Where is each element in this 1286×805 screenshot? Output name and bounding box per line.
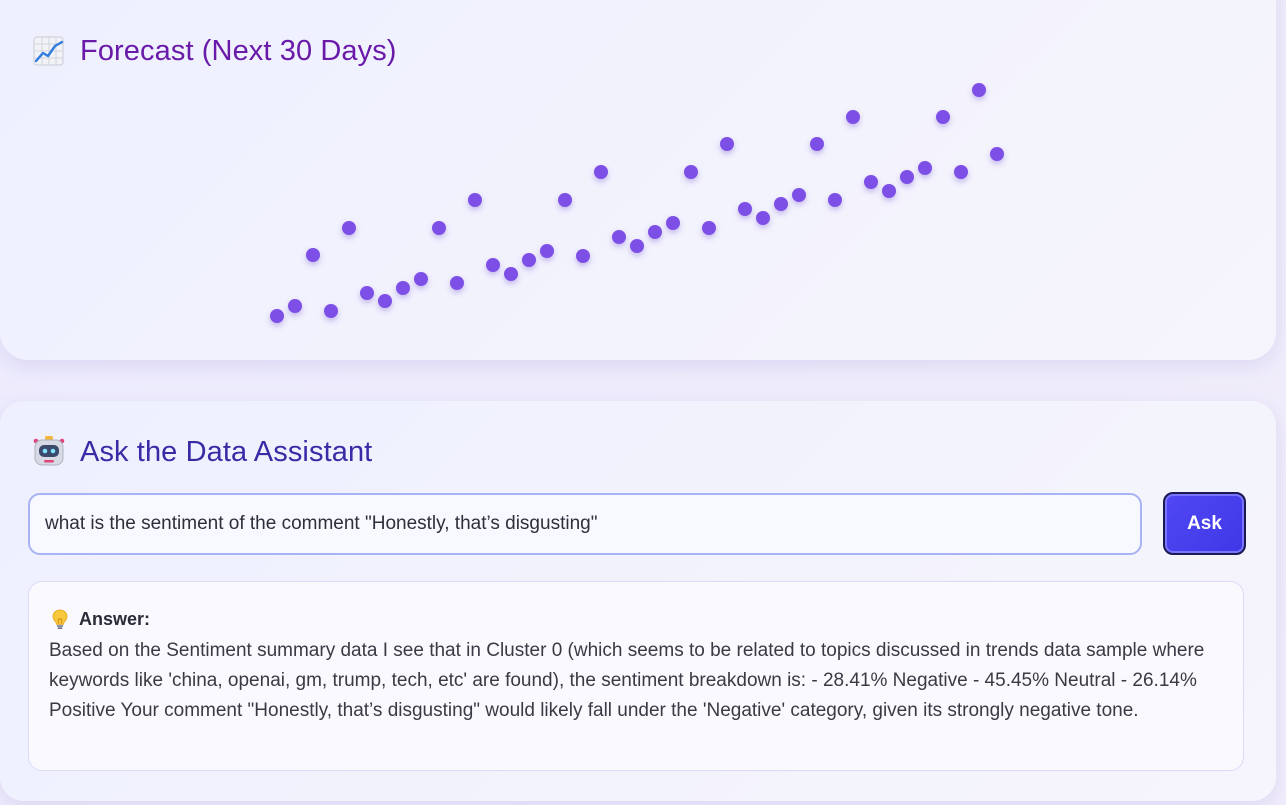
data-point <box>504 267 518 281</box>
data-point <box>774 197 788 211</box>
answer-box: Answer: Based on the Sentiment summary d… <box>28 581 1244 771</box>
data-point <box>360 286 374 300</box>
data-point <box>540 244 554 258</box>
question-input[interactable] <box>28 493 1142 555</box>
answer-label: Answer: <box>79 608 151 629</box>
data-point <box>972 83 986 97</box>
data-point <box>378 294 392 308</box>
data-point <box>720 137 734 151</box>
data-point <box>864 175 878 189</box>
data-point <box>684 165 698 179</box>
data-point <box>486 258 500 272</box>
data-point <box>918 161 932 175</box>
data-point <box>738 202 752 216</box>
data-point <box>792 188 806 202</box>
data-point <box>342 221 356 235</box>
answer-heading: Answer: <box>49 606 1223 632</box>
robot-icon <box>32 435 66 469</box>
data-point <box>396 281 410 295</box>
data-point <box>810 137 824 151</box>
data-point <box>648 225 662 239</box>
data-point <box>630 239 644 253</box>
data-point <box>306 248 320 262</box>
data-point <box>432 221 446 235</box>
forecast-scatter-chart <box>270 83 1004 323</box>
data-point <box>522 253 536 267</box>
forecast-card: Forecast (Next 30 Days) <box>0 0 1276 360</box>
data-point <box>828 193 842 207</box>
data-point <box>612 230 626 244</box>
data-point <box>270 309 284 323</box>
data-point <box>936 110 950 124</box>
assistant-title: Ask the Data Assistant <box>32 435 372 469</box>
data-point <box>846 110 860 124</box>
data-point <box>558 193 572 207</box>
data-point <box>324 304 338 318</box>
data-point <box>666 216 680 230</box>
data-point <box>882 184 896 198</box>
chart-points-group <box>270 83 1004 323</box>
data-point <box>702 221 716 235</box>
assistant-card: Ask the Data Assistant Ask Answer: Based… <box>0 401 1276 801</box>
data-point <box>468 193 482 207</box>
data-point <box>414 272 428 286</box>
assistant-title-text: Ask the Data Assistant <box>80 435 373 468</box>
answer-text: Based on the Sentiment summary data I se… <box>49 640 1205 721</box>
data-point <box>576 249 590 263</box>
data-point <box>594 165 608 179</box>
data-point <box>900 170 914 184</box>
data-point <box>954 165 968 179</box>
data-point <box>990 147 1004 161</box>
data-point <box>450 276 464 290</box>
light-bulb-icon <box>49 608 71 630</box>
data-point <box>288 299 302 313</box>
ask-button[interactable]: Ask <box>1163 492 1246 555</box>
data-point <box>756 211 770 225</box>
